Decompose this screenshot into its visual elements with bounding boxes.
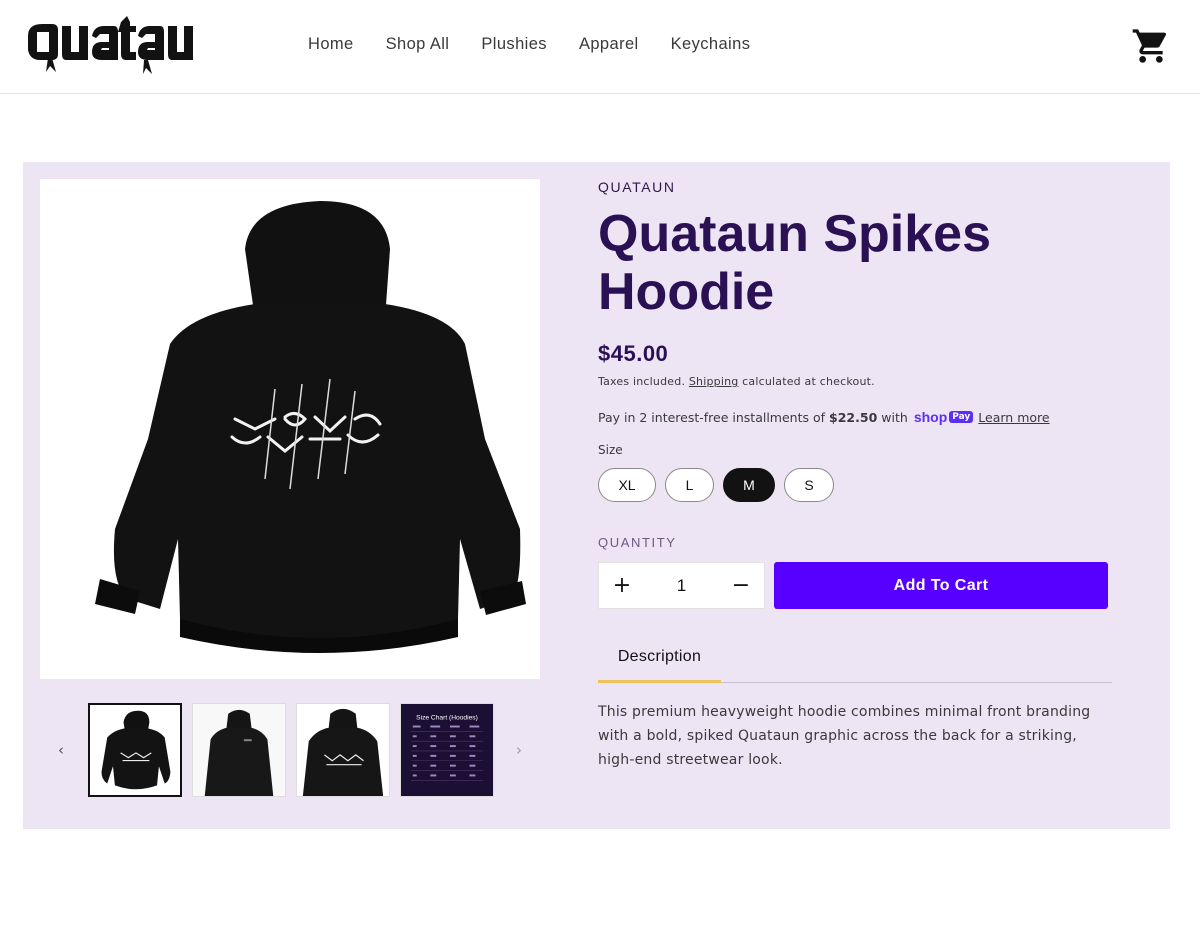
quantity-label: QUANTITY	[598, 535, 677, 550]
shop-pay-word: shop	[913, 409, 948, 425]
size-option-m[interactable]: M	[723, 468, 775, 502]
size-chart-title: Size Chart (Hoodies)	[416, 715, 478, 722]
nav-shop-all[interactable]: Shop All	[370, 33, 466, 55]
thumbnail-size-chart[interactable]: Size Chart (Hoodies)	[400, 703, 494, 797]
chevron-right-icon[interactable]: ›	[509, 738, 529, 762]
thumbnail-hoodie-back[interactable]	[88, 703, 182, 797]
nav-home[interactable]: Home	[292, 33, 370, 55]
size-option-xl[interactable]: XL	[598, 468, 656, 502]
size-label: Size	[598, 443, 623, 457]
add-to-cart-button[interactable]: Add To Cart	[774, 562, 1108, 609]
nav-keychains[interactable]: Keychains	[655, 33, 767, 55]
nav-plushies[interactable]: Plushies	[465, 33, 563, 55]
shop-pay-chip: Pay	[949, 411, 974, 423]
main-nav: Home Shop All Plushies Apparel Keychains	[292, 33, 766, 55]
product-vendor: QUATAUN	[598, 179, 676, 195]
learn-more-link[interactable]: Learn more	[978, 410, 1049, 425]
installments-banner: Pay in 2 interest-free installments of $…	[598, 409, 1050, 425]
size-option-l[interactable]: L	[665, 468, 714, 502]
quantity-increase-button[interactable]: +	[599, 563, 645, 608]
quataun-logo[interactable]: quataun	[22, 14, 197, 76]
tax-note: Taxes included. Shipping calculated at c…	[598, 375, 875, 388]
cart-icon[interactable]	[1131, 26, 1171, 66]
product-tabs: Description	[598, 642, 1112, 683]
quantity-input[interactable]: 1	[645, 576, 718, 596]
installments-with: with	[881, 409, 908, 425]
hoodie-back-image	[40, 179, 540, 679]
installments-amount: $22.50	[829, 409, 878, 425]
tax-suffix: calculated at checkout.	[742, 375, 875, 388]
size-selector: XL L M S	[598, 468, 843, 502]
site-header: quataun Home Shop All Plushies Apparel K…	[0, 0, 1200, 94]
product-main-image[interactable]	[40, 179, 540, 679]
installments-text: Pay in 2 interest-free installments of	[598, 409, 826, 425]
nav-apparel[interactable]: Apparel	[563, 33, 655, 55]
shipping-link[interactable]: Shipping	[689, 375, 739, 388]
product-description: This premium heavyweight hoodie combines…	[598, 704, 1091, 768]
shop-pay-logo: shop Pay	[913, 409, 974, 425]
tab-description[interactable]: Description	[598, 642, 721, 683]
product-section: ‹ Size Chart (Hoodies) › QUATAUN Quataun…	[23, 162, 1170, 829]
quantity-decrease-button[interactable]: −	[718, 563, 764, 608]
chevron-left-icon[interactable]: ‹	[51, 738, 71, 762]
thumbnail-model-front[interactable]	[192, 703, 286, 797]
tax-prefix: Taxes included.	[598, 375, 686, 388]
product-title: Quataun Spikes Hoodie	[598, 205, 991, 321]
thumbnail-strip: Size Chart (Hoodies)	[88, 703, 504, 797]
size-option-s[interactable]: S	[784, 468, 834, 502]
product-price: $45.00	[598, 341, 669, 366]
thumbnail-model-back[interactable]	[296, 703, 390, 797]
quantity-stepper: + 1 −	[598, 562, 765, 609]
